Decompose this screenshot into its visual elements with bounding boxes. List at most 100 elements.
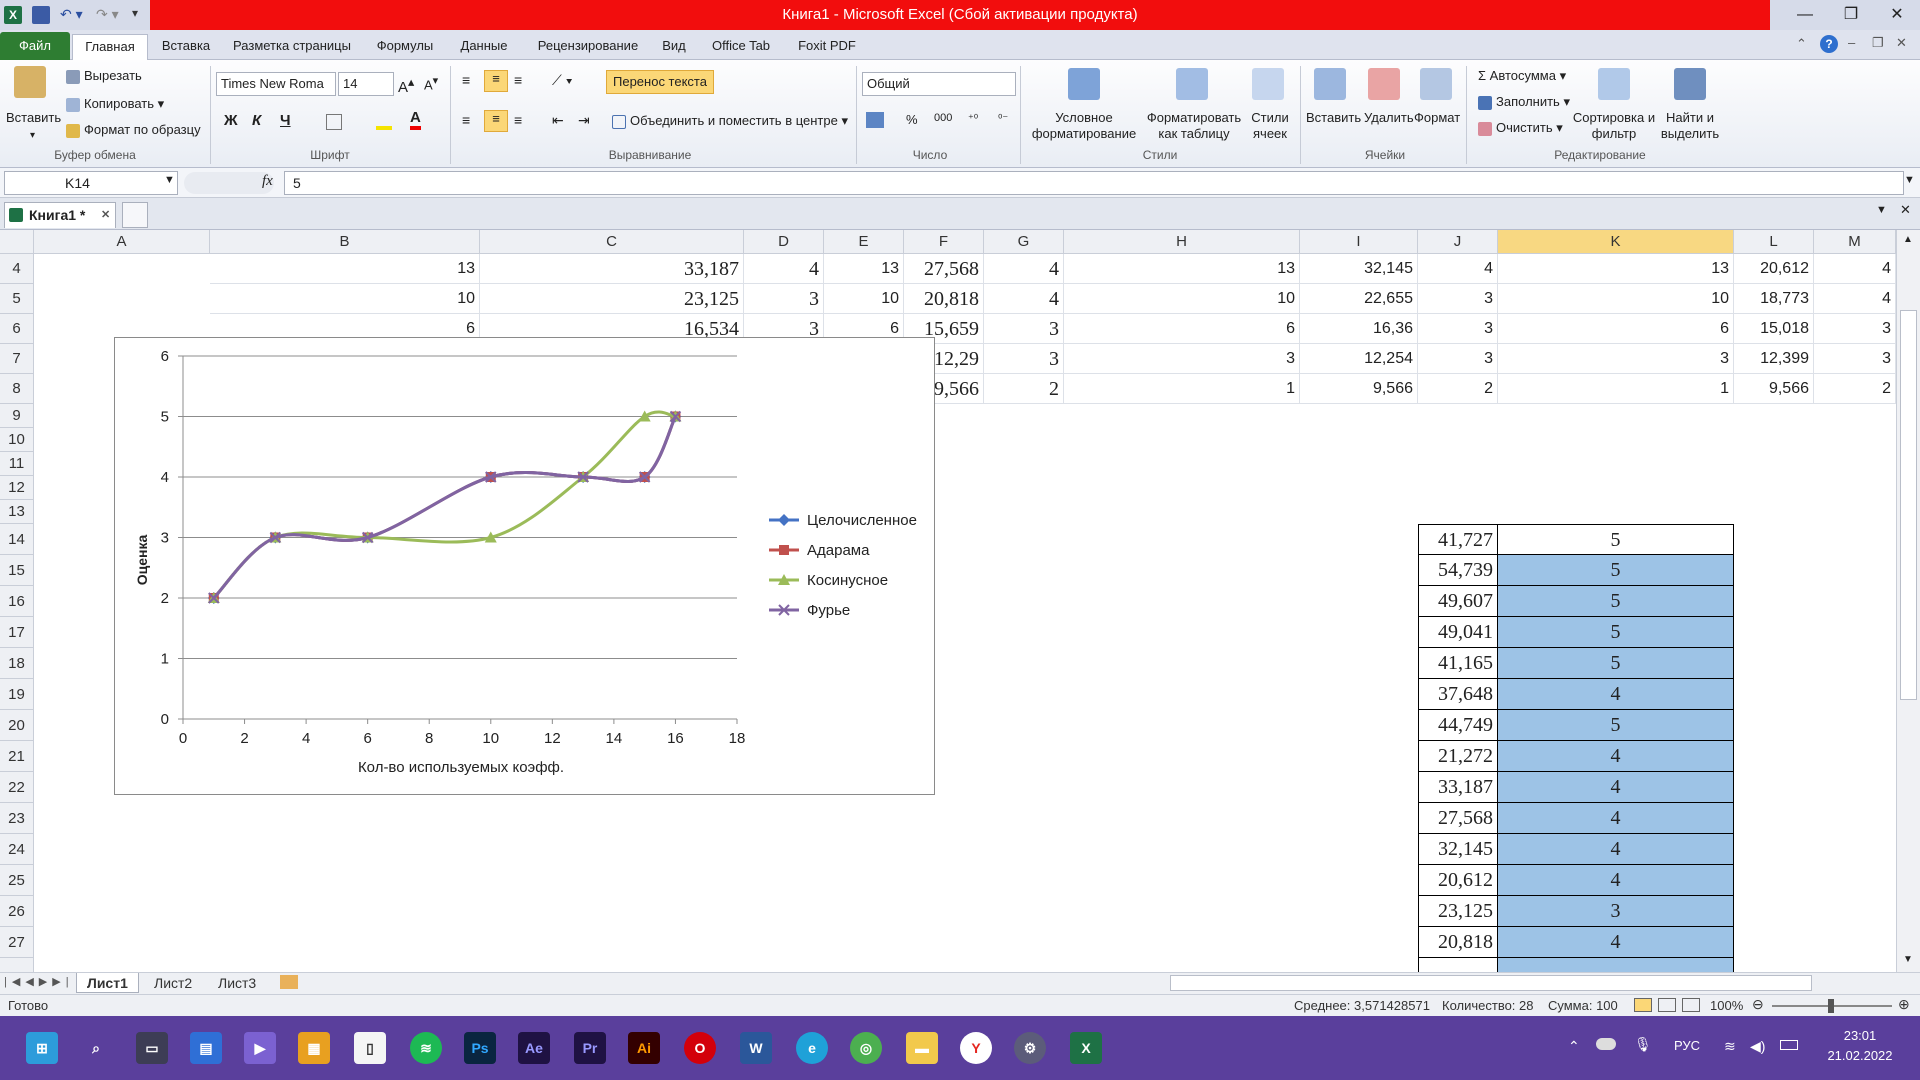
formula-expand-icon[interactable]: ▼ <box>1904 174 1915 186</box>
row-header[interactable]: 25 <box>0 865 34 896</box>
widgets-icon[interactable]: ▤ <box>190 1032 222 1064</box>
tray-expand-icon[interactable]: ⌃ <box>1568 1038 1580 1055</box>
cell-k14[interactable]: 5 <box>1498 524 1734 555</box>
bold-button[interactable]: Ж <box>224 112 238 129</box>
new-tab-button[interactable] <box>122 202 148 228</box>
cell-i8[interactable]: 9,566 <box>1300 374 1418 404</box>
tab-insert[interactable]: Вставка <box>154 34 218 60</box>
sheet-tab-2[interactable]: Лист2 <box>144 973 202 993</box>
cell-m7[interactable]: 3 <box>1814 344 1896 374</box>
cell-styles-icon[interactable] <box>1252 68 1284 100</box>
align-top-icon[interactable]: ≡ <box>462 72 470 88</box>
cell-g7[interactable]: 3 <box>984 344 1064 374</box>
onedrive-icon[interactable] <box>1596 1038 1616 1050</box>
cell-k4[interactable]: 13 <box>1498 254 1734 284</box>
align-left-icon[interactable]: ≡ <box>462 112 470 128</box>
cell-k8[interactable]: 1 <box>1498 374 1734 404</box>
column-header-i[interactable]: I <box>1300 230 1418 254</box>
font-name-combo[interactable]: Times New Roma <box>216 72 336 96</box>
scroll-thumb[interactable] <box>1900 310 1917 700</box>
row-header[interactable]: 19 <box>0 679 34 710</box>
sort-filter-button[interactable]: Сортировка и фильтр <box>1572 110 1656 142</box>
cell-c5[interactable]: 23,125 <box>480 284 744 314</box>
explorer-icon[interactable]: ▬ <box>906 1032 938 1064</box>
undo-icon[interactable]: ↶ ▾ <box>60 6 83 23</box>
paste-icon[interactable] <box>14 66 46 98</box>
tab-foxit-pdf[interactable]: Foxit PDF <box>790 34 864 60</box>
cell-c4[interactable]: 33,187 <box>480 254 744 284</box>
cell-d5[interactable]: 3 <box>744 284 824 314</box>
cell-j25[interactable]: 20,612 <box>1418 865 1498 896</box>
row-header[interactable]: 17 <box>0 617 34 648</box>
cell-m6[interactable]: 3 <box>1814 314 1896 344</box>
spotify-icon[interactable]: ≋ <box>410 1032 442 1064</box>
cell-h5[interactable]: 10 <box>1064 284 1300 314</box>
paste-button[interactable]: Вставить <box>6 110 61 125</box>
delete-cells-button[interactable]: Удалить <box>1364 110 1414 125</box>
format-painter-button[interactable]: Формат по образцу <box>66 122 201 138</box>
save-icon[interactable] <box>32 6 50 24</box>
edge-icon[interactable]: e <box>796 1032 828 1064</box>
column-header-a[interactable]: A <box>34 230 210 254</box>
format-cells-button[interactable]: Формат <box>1414 110 1460 125</box>
cell-k24[interactable]: 4 <box>1498 834 1734 865</box>
cell-b5[interactable]: 10 <box>210 284 480 314</box>
row-header[interactable]: 5 <box>0 284 34 314</box>
cell-j-partial[interactable] <box>1418 958 1498 972</box>
cell-e4[interactable]: 13 <box>824 254 904 284</box>
horizontal-scrollbar[interactable] <box>1170 975 1812 991</box>
cell-e5[interactable]: 10 <box>824 284 904 314</box>
insert-function-icon[interactable]: fx <box>262 173 273 190</box>
language-indicator[interactable]: РУС <box>1674 1038 1700 1053</box>
photoshop-icon[interactable]: Ps <box>464 1032 496 1064</box>
column-header-h[interactable]: H <box>1064 230 1300 254</box>
row-header[interactable]: 26 <box>0 896 34 927</box>
row-header[interactable]: 10 <box>0 428 34 452</box>
row-header[interactable]: 13 <box>0 500 34 524</box>
increase-indent-icon[interactable]: ⇥ <box>578 112 590 129</box>
cell-m8[interactable]: 2 <box>1814 374 1896 404</box>
after-effects-icon[interactable]: Ae <box>518 1032 550 1064</box>
font-color-icon[interactable]: A <box>410 110 421 130</box>
doc-close-icon[interactable]: ✕ <box>1896 35 1907 51</box>
volume-icon[interactable]: ◀) <box>1750 1038 1765 1055</box>
cell-f4[interactable]: 27,568 <box>904 254 984 284</box>
row-header[interactable]: 4 <box>0 254 34 284</box>
cell-k20[interactable]: 5 <box>1498 710 1734 741</box>
find-select-icon[interactable] <box>1674 68 1706 100</box>
column-header-k[interactable]: K <box>1498 230 1734 254</box>
cell-j23[interactable]: 27,568 <box>1418 803 1498 834</box>
page-layout-view-icon[interactable] <box>1658 998 1676 1012</box>
cell-j16[interactable]: 49,607 <box>1418 586 1498 617</box>
column-header-m[interactable]: M <box>1814 230 1896 254</box>
page-break-view-icon[interactable] <box>1682 998 1700 1012</box>
cell-g4[interactable]: 4 <box>984 254 1064 284</box>
zoom-out-icon[interactable]: ⊖ <box>1752 996 1764 1013</box>
chrome-icon[interactable]: ◎ <box>850 1032 882 1064</box>
column-header-f[interactable]: F <box>904 230 984 254</box>
align-center-icon[interactable]: ≡ <box>484 110 508 132</box>
borders-icon[interactable] <box>326 114 342 130</box>
sheet-tab-3[interactable]: Лист3 <box>208 973 266 993</box>
cell-k16[interactable]: 5 <box>1498 586 1734 617</box>
number-format-combo[interactable]: Общий <box>862 72 1016 96</box>
file-icon[interactable]: ▯ <box>354 1032 386 1064</box>
cell-k5[interactable]: 10 <box>1498 284 1734 314</box>
decrease-decimal-icon[interactable]: ⁰⁻ <box>998 112 1008 125</box>
row-header[interactable]: 11 <box>0 452 34 476</box>
redo-icon[interactable]: ↷ ▾ <box>96 6 119 23</box>
find-select-button[interactable]: Найти и выделить <box>1654 110 1726 142</box>
decrease-indent-icon[interactable]: ⇤ <box>552 112 564 129</box>
cell-h6[interactable]: 6 <box>1064 314 1300 344</box>
row-header[interactable] <box>0 958 34 972</box>
doc-minimize-icon[interactable]: – <box>1848 35 1855 50</box>
cell-i7[interactable]: 12,254 <box>1300 344 1418 374</box>
row-header[interactable]: 18 <box>0 648 34 679</box>
row-header[interactable]: 27 <box>0 927 34 958</box>
copy-button[interactable]: Копировать ▾ <box>66 96 164 112</box>
cell-j26[interactable]: 23,125 <box>1418 896 1498 927</box>
clock-date[interactable]: 21.02.2022 <box>1820 1048 1900 1063</box>
excel-taskbar-icon[interactable]: X <box>1070 1032 1102 1064</box>
vertical-scrollbar[interactable]: ▲ ▼ <box>1896 230 1920 972</box>
word-icon[interactable]: W <box>740 1032 772 1064</box>
